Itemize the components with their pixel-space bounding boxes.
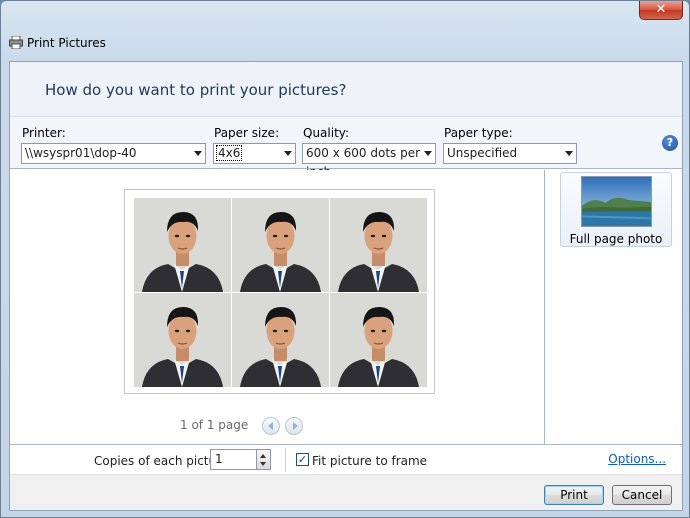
options-link[interactable]: Options... [608,452,666,466]
quality-label: Quality: [303,126,350,140]
paper-type-select[interactable]: Unspecified [443,143,577,164]
print-preview-area: 1 of 1 page [10,170,545,444]
header-band: How do you want to print your pictures? [10,62,682,117]
photo-grid [134,198,427,387]
next-page-button[interactable] [285,417,303,435]
divider [285,448,286,472]
portrait-photo [330,293,427,387]
printer-select[interactable]: \\wsyspr01\dop-40 [21,143,206,164]
fit-picture-checkbox[interactable]: ✓ [296,453,309,466]
portrait-photo [134,198,231,292]
spin-down-icon[interactable] [260,462,266,466]
dialog-client-area: How do you want to print your pictures? … [9,61,683,511]
layout-full-page-photo[interactable]: Full page photo [560,172,672,247]
help-icon[interactable]: ? [662,135,678,151]
chevron-down-icon [424,151,432,156]
portrait-photo [232,198,329,292]
cancel-button[interactable]: Cancel [612,485,672,505]
chevron-down-icon [565,151,573,156]
copies-row: Copies of each picture: 1 ✓ Fit picture … [10,444,682,474]
print-options-row: Printer: \\wsyspr01\dop-40 Paper size: 4… [10,117,682,179]
previous-page-button[interactable] [262,417,280,435]
copies-input[interactable]: 1 [210,449,257,470]
print-button[interactable]: Print [544,485,604,505]
printer-label: Printer: [22,126,66,140]
chevron-down-icon [194,151,202,156]
layouts-pane: Full page photo [546,170,682,444]
layout-label: Full page photo [569,232,663,246]
dialog-heading: How do you want to print your pictures? [45,81,347,99]
paper-type-label: Paper type: [444,126,513,140]
fit-picture-label[interactable]: Fit picture to frame [312,454,427,468]
dialog-buttons-row: Print Cancel [10,474,682,510]
portrait-photo [330,198,427,292]
copies-spinner[interactable] [257,449,271,470]
close-window-button[interactable]: ✕ [639,1,683,20]
portrait-photo [232,293,329,387]
paper-size-select[interactable]: 4x6 [213,143,296,164]
spin-up-icon[interactable] [260,454,266,458]
paper-type-value: Unspecified [447,146,518,160]
chevron-down-icon [284,151,292,156]
printer-icon [9,36,23,49]
paper-size-label: Paper size: [214,126,280,140]
landscape-thumbnail-icon [581,176,652,227]
print-pictures-window: ✕ Print Pictures How do you want to prin… [0,0,690,518]
preview-page [124,189,435,394]
quality-select[interactable]: 600 x 600 dots per inch [302,143,436,179]
printer-value: \\wsyspr01\dop-40 [25,146,137,160]
window-title: Print Pictures [27,36,106,50]
page-count: 1 of 1 page [180,418,249,432]
paper-size-value: 4x6 [215,145,243,161]
portrait-photo [134,293,231,387]
